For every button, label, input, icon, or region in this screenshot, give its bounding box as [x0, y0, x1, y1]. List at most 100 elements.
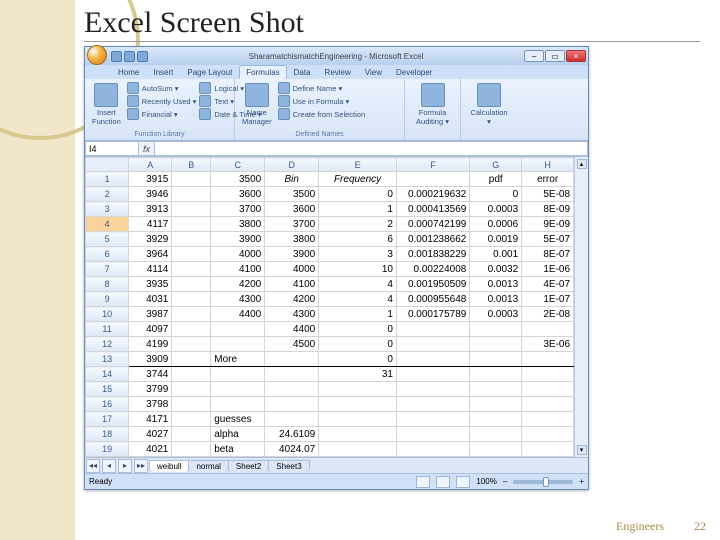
table-row[interactable]: 940314300420040.0009556480.00131E-07 [86, 292, 574, 307]
sheet-tab[interactable]: Sheet2 [228, 460, 269, 472]
sheet-tab[interactable]: normal [188, 460, 228, 472]
cell[interactable]: 3913 [129, 202, 172, 217]
cell[interactable]: 3 [319, 247, 397, 262]
row-header[interactable]: 2 [86, 187, 129, 202]
tab-formulas[interactable]: Formulas [239, 65, 286, 79]
cell[interactable]: 4500 [265, 337, 319, 352]
cell[interactable] [470, 337, 522, 352]
cell[interactable] [211, 322, 265, 337]
cell[interactable]: 0.000175789 [396, 307, 469, 322]
table-row[interactable]: 441173800370020.0007421990.00069E-09 [86, 217, 574, 232]
cell[interactable] [396, 412, 469, 427]
tab-home[interactable]: Home [111, 65, 146, 79]
insert-function-button[interactable]: Insert Function [89, 81, 124, 128]
cell[interactable] [396, 382, 469, 397]
cell[interactable]: 0 [319, 352, 397, 367]
cell[interactable]: 4200 [211, 277, 265, 292]
text-button[interactable]: Text ▾ [214, 97, 234, 106]
row-header[interactable]: 19 [86, 442, 129, 457]
cell[interactable]: 8E-09 [522, 202, 574, 217]
zoom-slider[interactable] [513, 480, 573, 484]
cell[interactable]: 4 [319, 292, 397, 307]
minimize-button[interactable]: – [524, 50, 544, 62]
cell[interactable]: 24.6109 [265, 427, 319, 442]
cell[interactable]: 4031 [129, 292, 172, 307]
cell[interactable]: 9E-09 [522, 217, 574, 232]
cell[interactable] [396, 367, 469, 382]
fx-button[interactable]: fx [139, 141, 155, 156]
cell[interactable]: 0 [319, 337, 397, 352]
cell[interactable] [470, 367, 522, 382]
cell[interactable] [265, 367, 319, 382]
cell[interactable] [172, 442, 211, 457]
cell[interactable] [470, 412, 522, 427]
cell[interactable]: 0.001838229 [396, 247, 469, 262]
table-row[interactable]: 639644000390030.0018382290.0018E-07 [86, 247, 574, 262]
view-layout-button[interactable] [436, 476, 450, 488]
cell[interactable]: 0.0032 [470, 262, 522, 277]
cell[interactable]: 4117 [129, 217, 172, 232]
cell[interactable] [172, 382, 211, 397]
table-row[interactable]: 339133700360010.0004135690.00038E-09 [86, 202, 574, 217]
cell[interactable] [470, 352, 522, 367]
cell[interactable]: 5E-08 [522, 187, 574, 202]
cell[interactable] [396, 172, 469, 187]
cell[interactable]: 4300 [211, 292, 265, 307]
cell[interactable] [265, 397, 319, 412]
row-header[interactable]: 3 [86, 202, 129, 217]
cell[interactable]: Bin [265, 172, 319, 187]
tab-page-layout[interactable]: Page Layout [180, 65, 239, 79]
table-row[interactable]: 194021beta4024.07 [86, 442, 574, 457]
cell[interactable]: 3935 [129, 277, 172, 292]
scroll-down-icon[interactable]: ▾ [577, 445, 587, 455]
create-selection-button[interactable]: Create from Selection [293, 110, 366, 119]
cell[interactable]: 4199 [129, 337, 172, 352]
worksheet-grid[interactable]: A B C D E F G H BinFrequencypdferrorBinF… [85, 157, 574, 457]
cell[interactable] [211, 337, 265, 352]
cell[interactable] [319, 442, 397, 457]
cell[interactable]: 3987 [129, 307, 172, 322]
cell[interactable]: 4000 [211, 247, 265, 262]
cell[interactable] [172, 397, 211, 412]
cell[interactable] [172, 367, 211, 382]
cell[interactable] [211, 382, 265, 397]
table-row[interactable]: 153799 [86, 382, 574, 397]
cell[interactable]: 4100 [265, 277, 319, 292]
name-manager-button[interactable]: Name Manager [239, 81, 275, 128]
cell[interactable]: 4200 [265, 292, 319, 307]
row-header[interactable]: 7 [86, 262, 129, 277]
cell[interactable] [319, 382, 397, 397]
cell[interactable] [396, 427, 469, 442]
tab-insert[interactable]: Insert [146, 65, 180, 79]
cell[interactable]: 0.000742199 [396, 217, 469, 232]
cell[interactable] [172, 262, 211, 277]
cell[interactable] [522, 442, 574, 457]
cell[interactable]: 4000 [265, 262, 319, 277]
cell[interactable]: 4300 [265, 307, 319, 322]
column-headers[interactable]: A B C D E F G H [86, 158, 574, 172]
view-normal-button[interactable] [416, 476, 430, 488]
cell[interactable]: 3900 [265, 247, 319, 262]
table-row[interactable]: 124199450003E-06 [86, 337, 574, 352]
cell[interactable] [522, 367, 574, 382]
cell[interactable] [470, 397, 522, 412]
recent-button[interactable]: Recently Used ▾ [142, 97, 197, 106]
table-row[interactable]: 174171guesses [86, 412, 574, 427]
table-row[interactable]: 14374431 [86, 367, 574, 382]
table-row[interactable]: 184027alpha24.6109 [86, 427, 574, 442]
financial-button[interactable]: Financial ▾ [142, 110, 178, 119]
cell[interactable]: 0.000955648 [396, 292, 469, 307]
cell[interactable]: 0.0006 [470, 217, 522, 232]
cell[interactable]: 6 [319, 232, 397, 247]
define-name-button[interactable]: Define Name ▾ [293, 84, 343, 93]
cell[interactable] [470, 442, 522, 457]
cell[interactable]: 3946 [129, 187, 172, 202]
cell[interactable] [211, 397, 265, 412]
vertical-scrollbar[interactable]: ▴ ▾ [574, 157, 588, 457]
row-header[interactable]: 15 [86, 382, 129, 397]
cell[interactable]: 3964 [129, 247, 172, 262]
qat-undo-icon[interactable] [124, 51, 135, 62]
col-header[interactable]: B [172, 158, 211, 172]
cell[interactable]: 3E-06 [522, 337, 574, 352]
cell[interactable] [470, 427, 522, 442]
